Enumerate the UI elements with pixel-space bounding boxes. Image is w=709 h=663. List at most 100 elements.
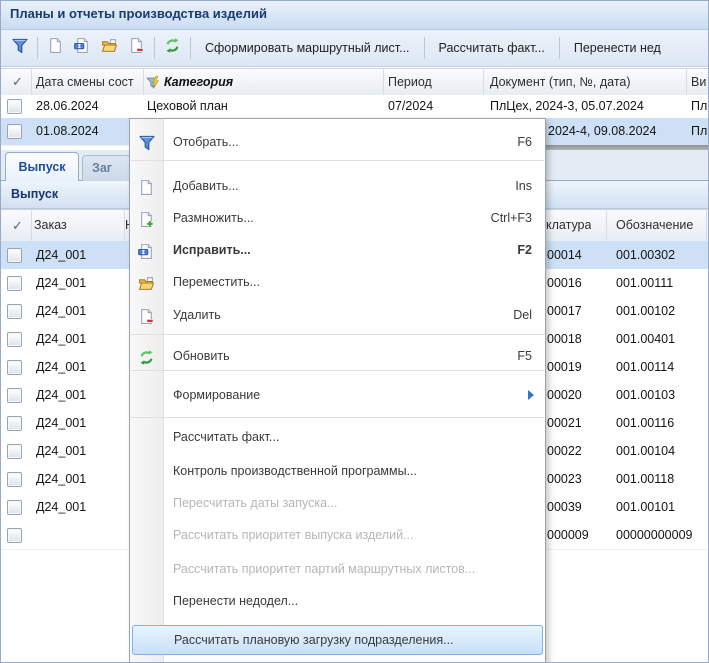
cell-order: Д24_001 [36,437,86,465]
cell-designation: 001.00302 [616,241,675,269]
cell-period: 07/2024 [388,95,433,118]
refresh-icon [138,347,155,364]
toolbar-separator [154,37,155,59]
cell-order: Д24_001 [36,325,86,353]
cell-order: Д24_001 [36,465,86,493]
menu-separator [131,160,544,161]
toolbar-separator [424,37,425,59]
row-checkbox[interactable] [7,472,22,487]
column-header[interactable]: Категория [164,75,233,89]
toolbar-separator [559,37,560,59]
toolbar-button-text-2[interactable]: Перенести нед [574,41,661,55]
cell-date: 28.06.2024 [36,95,99,118]
cell-order: Д24_001 [36,297,86,325]
row-checkbox[interactable] [7,360,22,375]
column-header[interactable]: Обозначение [616,218,693,232]
cell-nomenclature: 00023 [547,465,582,493]
cell-designation: 001.00102 [616,297,675,325]
toolbar-button-refresh[interactable] [159,35,186,62]
tab-vypusk[interactable]: Выпуск [5,152,79,181]
toolbar-button-filter[interactable] [6,35,33,62]
menu-item-13[interactable]: Перенести недодел... [130,586,545,616]
menu-item-11: Рассчитать приоритет выпуска изделий... [130,520,545,550]
toolbar-button-text-0[interactable]: Сформировать маршрутный лист... [205,41,410,55]
cell-order: Д24_001 [36,353,86,381]
menu-item-7[interactable]: Формирование [130,380,545,410]
row-checkbox[interactable] [7,500,22,515]
cell-order: Д24_001 [36,493,86,521]
menu-item-label: Перенести недодел... [173,586,298,616]
menu-item-12: Рассчитать приоритет партий маршрутных л… [130,554,545,584]
production-plans-window: Планы и отчеты производства изделий Сфор… [0,0,709,663]
toolbar-button-delete-document[interactable] [123,35,150,62]
menu-item-1[interactable]: Добавить...Ins [130,171,545,201]
cell-order: Д24_001 [36,409,86,437]
row-checkbox[interactable] [7,124,22,139]
menu-item-0[interactable]: Отобрать... F6 [130,127,545,157]
plans-grid-row[interactable]: 28.06.2024Цеховой план07/2024ПлЦех, 2024… [1,95,709,119]
cell-nomenclature: 00020 [547,381,582,409]
move-folder-icon [101,37,118,59]
menu-item-4[interactable]: Переместить... [130,267,545,297]
row-checkbox[interactable] [7,99,22,114]
column-header[interactable]: Ви [691,75,706,89]
menu-item-shortcut: F6 [517,127,532,157]
cell-designation: 001.00401 [616,325,675,353]
cell-designation: 001.00103 [616,381,675,409]
menu-item-14[interactable]: Рассчитать плановую загрузку подразделен… [132,625,543,655]
row-checkbox[interactable] [7,528,22,543]
refresh-icon [164,37,181,59]
menu-separator [131,334,544,335]
cell-designation: 001.00104 [616,437,675,465]
row-checkbox[interactable] [7,276,22,291]
menu-separator [131,417,544,418]
add-document-icon [47,37,64,59]
column-header[interactable]: Дата смены сост [36,75,134,89]
select-all-column-header[interactable]: ✓ [12,218,23,234]
menu-item-10: Пересчитать даты запуска... [130,488,545,518]
select-all-column-header[interactable]: ✓ [12,74,23,90]
cell-nomenclature: 00016 [547,269,582,297]
menu-item-8[interactable]: Рассчитать факт... [130,422,545,452]
menu-item-label: Контроль производственной программы... [173,456,417,486]
duplicate-document-icon [138,209,155,226]
menu-item-shortcut: Ins [515,171,532,201]
row-checkbox[interactable] [7,388,22,403]
menu-item-label: Отобрать... [173,127,239,157]
cell-kind: Пл [691,118,707,145]
row-checkbox[interactable] [7,332,22,347]
column-header[interactable]: Период [388,75,432,89]
menu-item-3[interactable]: Исправить...F2 [130,235,545,265]
column-header[interactable]: клатура [546,218,591,232]
row-checkbox[interactable] [7,248,22,263]
plans-grid-header: ✓ Дата смены сост Категория Период Документ … [1,68,709,98]
menu-item-9[interactable]: Контроль производственной программы... [130,456,545,486]
cell-nomenclature: 00021 [547,409,582,437]
column-header[interactable]: Заказ [34,218,67,232]
cell-document: ПлЦех, 2024-3, 05.07.2024 [490,95,644,118]
menu-item-6[interactable]: ОбновитьF5 [130,341,545,371]
cell-designation: 001.00116 [616,409,674,437]
delete-document-icon [128,37,145,59]
menu-item-2[interactable]: Размножить...Ctrl+F3 [130,203,545,233]
row-checkbox[interactable] [7,416,22,431]
menu-item-label: Рассчитать факт... [173,422,279,452]
menu-item-label: Формирование [173,380,260,410]
menu-item-label: Переместить... [173,267,260,297]
row-checkbox[interactable] [7,444,22,459]
toolbar: Сформировать маршрутный лист... Рассчитат… [1,30,708,67]
window-titlebar[interactable]: Планы и отчеты производства изделий [1,1,708,30]
toolbar-button-edit-document[interactable] [69,35,96,62]
edit-document-icon [138,241,155,258]
menu-item-5[interactable]: УдалитьDel [130,300,545,330]
cell-designation: 001.00114 [616,353,674,381]
cell-document: 2024-4, 09.08.2024 [548,118,656,145]
toolbar-button-move-folder[interactable] [96,35,123,62]
tab-label: Заг [92,161,112,175]
cell-order: Д24_001 [36,241,86,269]
column-header[interactable]: Документ (тип, №, дата) [490,75,631,89]
toolbar-button-text-1[interactable]: Рассчитать факт... [439,41,545,55]
row-checkbox[interactable] [7,304,22,319]
menu-item-label: Пересчитать даты запуска... [173,488,338,518]
toolbar-button-add-document[interactable] [42,35,69,62]
